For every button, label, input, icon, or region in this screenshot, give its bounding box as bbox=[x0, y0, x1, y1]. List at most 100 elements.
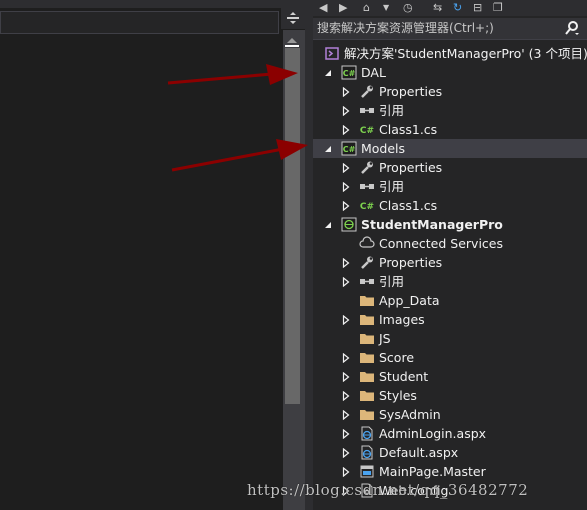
tree-item[interactable]: 引用 bbox=[313, 272, 587, 291]
aspx-file-icon bbox=[359, 426, 375, 441]
csharp-project-icon: C# bbox=[341, 65, 357, 80]
dropdown-icon[interactable]: ▼ bbox=[383, 3, 389, 12]
watermark: https://blog.csdn.net/qq_36482772 bbox=[247, 481, 529, 499]
tree-item-label: Class1.cs bbox=[379, 198, 438, 213]
collapse-icon[interactable]: ⊟ bbox=[473, 1, 482, 14]
tree-item-label: Properties bbox=[379, 160, 443, 175]
tree-item[interactable]: SysAdmin bbox=[313, 405, 587, 424]
tree-item[interactable]: Images bbox=[313, 310, 587, 329]
editor-tab-strip bbox=[0, 0, 305, 8]
tree-item[interactable]: App_Data bbox=[313, 291, 587, 310]
tree-item[interactable]: Properties bbox=[313, 253, 587, 272]
tree-item-label: Properties bbox=[379, 84, 443, 99]
tree-item[interactable]: 引用 bbox=[313, 101, 587, 120]
tree-item[interactable]: JS bbox=[313, 329, 587, 348]
tree-item-label: AdminLogin.aspx bbox=[379, 426, 487, 441]
cloud-icon bbox=[359, 236, 375, 251]
tree-item[interactable]: 引用 bbox=[313, 177, 587, 196]
collapse-arrow-icon[interactable] bbox=[341, 82, 351, 101]
wrench-icon bbox=[359, 160, 375, 175]
collapse-arrow-icon[interactable] bbox=[341, 310, 351, 329]
scroll-up-arrow-icon[interactable] bbox=[283, 34, 301, 48]
references-icon bbox=[359, 103, 375, 118]
tree-item[interactable]: C# Class1.cs bbox=[313, 120, 587, 139]
tree-item[interactable]: Styles bbox=[313, 386, 587, 405]
navigation-bar[interactable] bbox=[0, 11, 279, 34]
tree-item-label: JS bbox=[379, 331, 391, 346]
tree-item-label: 引用 bbox=[379, 274, 405, 289]
split-window-button[interactable] bbox=[281, 7, 305, 29]
forward-icon[interactable]: ▶ bbox=[339, 1, 347, 14]
solution-icon bbox=[324, 46, 340, 61]
tree-item[interactable]: Properties bbox=[313, 158, 587, 177]
code-editor[interactable] bbox=[0, 0, 283, 510]
tree-item[interactable]: C# Class1.cs bbox=[313, 196, 587, 215]
expand-arrow-icon[interactable] bbox=[323, 139, 333, 158]
search-box[interactable] bbox=[313, 18, 587, 40]
solution-explorer: ◀ ▶ ⌂ ▼ ◷ ⇆ ↻ ⊟ ❐ 解决方案'StudentManagerPro… bbox=[313, 0, 587, 510]
history-icon[interactable]: ◷ bbox=[403, 1, 413, 14]
aspx-file-icon bbox=[359, 445, 375, 460]
folder-icon bbox=[359, 388, 375, 403]
tree-item-label: 引用 bbox=[379, 179, 405, 194]
tree-item-label: Connected Services bbox=[379, 236, 503, 251]
panel-splitter[interactable] bbox=[305, 0, 313, 510]
tree-item[interactable]: Properties bbox=[313, 82, 587, 101]
collapse-arrow-icon[interactable] bbox=[341, 158, 351, 177]
tree-item[interactable]: 解决方案'StudentManagerPro' (3 个项目) bbox=[313, 44, 587, 63]
back-icon[interactable]: ◀ bbox=[319, 1, 327, 14]
folder-icon bbox=[359, 350, 375, 365]
home-icon[interactable]: ⌂ bbox=[363, 1, 370, 14]
tree-item-label: 引用 bbox=[379, 103, 405, 118]
svg-text:C#: C# bbox=[343, 145, 356, 154]
tree-item[interactable]: C# DAL bbox=[313, 63, 587, 82]
collapse-arrow-icon[interactable] bbox=[341, 101, 351, 120]
tree-item-label: Properties bbox=[379, 255, 443, 270]
master-file-icon bbox=[359, 464, 375, 479]
expand-arrow-icon[interactable] bbox=[323, 215, 333, 234]
sync-icon[interactable]: ⇆ bbox=[433, 1, 442, 14]
copy-icon[interactable]: ❐ bbox=[493, 1, 503, 14]
collapse-arrow-icon[interactable] bbox=[341, 272, 351, 291]
folder-icon bbox=[359, 331, 375, 346]
tree-item-label: DAL bbox=[361, 65, 386, 80]
folder-icon bbox=[359, 407, 375, 422]
csharp-project-icon: C# bbox=[341, 141, 357, 156]
collapse-arrow-icon[interactable] bbox=[341, 196, 351, 215]
expand-arrow-icon[interactable] bbox=[323, 63, 333, 82]
collapse-arrow-icon[interactable] bbox=[341, 386, 351, 405]
tree-item[interactable]: Connected Services bbox=[313, 234, 587, 253]
collapse-arrow-icon[interactable] bbox=[341, 367, 351, 386]
search-input[interactable] bbox=[317, 20, 557, 36]
tree-item[interactable]: StudentManagerPro bbox=[313, 215, 587, 234]
collapse-arrow-icon[interactable] bbox=[341, 443, 351, 462]
scrollbar-thumb[interactable] bbox=[285, 48, 300, 404]
collapse-arrow-icon[interactable] bbox=[341, 462, 351, 481]
tree-item-label: StudentManagerPro bbox=[361, 217, 503, 232]
collapse-arrow-icon[interactable] bbox=[341, 424, 351, 443]
tree-item-label: MainPage.Master bbox=[379, 464, 486, 479]
tree-item[interactable]: MainPage.Master bbox=[313, 462, 587, 481]
tree-item[interactable]: Score bbox=[313, 348, 587, 367]
tree-item-label: Models bbox=[361, 141, 406, 156]
wrench-icon bbox=[359, 84, 375, 99]
tree-item[interactable]: AdminLogin.aspx bbox=[313, 424, 587, 443]
tree-item-label: Class1.cs bbox=[379, 122, 438, 137]
refresh-icon[interactable]: ↻ bbox=[453, 1, 462, 14]
svg-text:C#: C# bbox=[360, 126, 374, 136]
collapse-arrow-icon[interactable] bbox=[341, 120, 351, 139]
split-icon bbox=[287, 12, 299, 24]
tree-item[interactable]: C# Models bbox=[313, 139, 587, 158]
tree-item-label: 解决方案'StudentManagerPro' (3 个项目) bbox=[344, 46, 587, 61]
search-icon[interactable] bbox=[565, 20, 579, 36]
tree-item-label: Score bbox=[379, 350, 415, 365]
tree-item[interactable]: Student bbox=[313, 367, 587, 386]
collapse-arrow-icon[interactable] bbox=[341, 348, 351, 367]
svg-text:C#: C# bbox=[343, 69, 356, 78]
tree-item-label: Student bbox=[379, 369, 429, 384]
tree-item[interactable]: Default.aspx bbox=[313, 443, 587, 462]
collapse-arrow-icon[interactable] bbox=[341, 177, 351, 196]
collapse-arrow-icon[interactable] bbox=[341, 253, 351, 272]
collapse-arrow-icon[interactable] bbox=[341, 405, 351, 424]
wrench-icon bbox=[359, 255, 375, 270]
